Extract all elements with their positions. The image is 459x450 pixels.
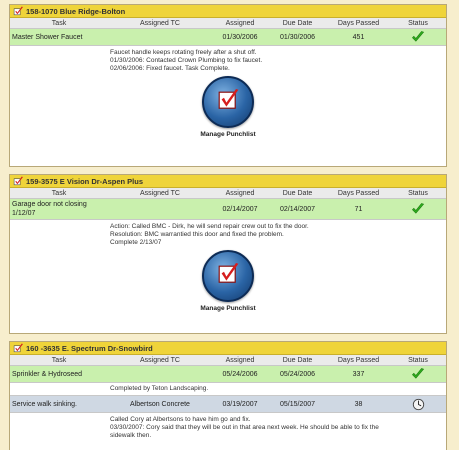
due-date: 05/24/2006 — [279, 370, 316, 378]
clock-icon — [412, 398, 425, 411]
note-line: Faucet handle keeps rotating freely afte… — [110, 49, 257, 56]
manage-punchlist: Manage Punchlist — [10, 250, 446, 312]
col-due-date: Due Date — [282, 356, 313, 364]
due-date: 01/30/2006 — [279, 33, 316, 41]
column-headers: Task Assigned TC Assigned Due Date Days … — [10, 188, 446, 199]
task-date: 1/12/07 — [12, 210, 36, 217]
col-task: Task — [51, 19, 67, 27]
note-line: sidewalk then. — [110, 432, 152, 439]
panel-title: 159-3575 E Vision Dr-Aspen Plus — [26, 176, 143, 186]
red-check-icon — [13, 6, 24, 17]
col-assigned-tc: Assigned TC — [140, 356, 180, 364]
col-due-date: Due Date — [282, 19, 313, 27]
assigned-date: 05/24/2006 — [222, 370, 258, 378]
assigned-date: 01/30/2006 — [222, 33, 258, 41]
col-status: Status — [408, 356, 428, 364]
col-task: Task — [51, 356, 67, 364]
col-task: Task — [51, 189, 67, 197]
col-days-passed: Days Passed — [337, 19, 380, 27]
panel-header: 159-3575 E Vision Dr-Aspen Plus — [10, 175, 446, 188]
punchlist-check-icon — [212, 259, 244, 293]
col-due-date: Due Date — [282, 189, 313, 197]
task-notes: Action: Called BMC - Dirk, he will send … — [10, 220, 446, 250]
col-assigned: Assigned — [225, 189, 255, 197]
table-row[interactable]: Service walk sinking. Albertson Concrete… — [10, 395, 446, 413]
col-status: Status — [408, 19, 428, 27]
check-icon — [411, 367, 425, 381]
manage-punchlist-button[interactable] — [202, 250, 254, 302]
punchlist-panel: 159-3575 E Vision Dr-Aspen Plus Task Ass… — [9, 174, 447, 334]
assigned-date: 02/14/2007 — [222, 205, 258, 213]
red-check-icon — [13, 176, 24, 187]
note-line: Action: Called BMC - Dirk, he will send … — [110, 223, 309, 230]
manage-punchlist-button[interactable] — [202, 76, 254, 128]
col-days-passed: Days Passed — [337, 189, 380, 197]
task-notes: Called Cory at Albertsons to have him go… — [10, 413, 446, 443]
col-assigned-tc: Assigned TC — [140, 189, 180, 197]
punchlist-panel: 158-1070 Blue Ridge-Bolton Task Assigned… — [9, 4, 447, 167]
check-icon — [411, 30, 425, 44]
col-assigned: Assigned — [225, 19, 255, 27]
red-check-icon — [13, 343, 24, 354]
column-headers: Task Assigned TC Assigned Due Date Days … — [10, 18, 446, 29]
note-line: Completed by Teton Landscaping. — [110, 385, 209, 392]
task-notes: Completed by Teton Landscaping. — [10, 383, 446, 395]
assigned-tc: Albertson Concrete — [130, 400, 190, 408]
col-days-passed: Days Passed — [337, 356, 380, 364]
due-date: 05/15/2007 — [279, 400, 316, 408]
col-assigned-tc: Assigned TC — [140, 19, 180, 27]
col-assigned: Assigned — [225, 356, 255, 364]
days-passed: 38 — [354, 400, 363, 408]
panel-header: 160 -3635 E. Spectrum Dr-Snowbird — [10, 342, 446, 355]
check-icon — [411, 202, 425, 216]
panel-title: 160 -3635 E. Spectrum Dr-Snowbird — [26, 343, 153, 353]
note-line: 03/30/2007: Cory said that they will be … — [110, 424, 379, 431]
punchlist-panel: 160 -3635 E. Spectrum Dr-Snowbird Task A… — [9, 341, 447, 450]
manage-punchlist-label[interactable]: Manage Punchlist — [200, 131, 255, 138]
table-row[interactable]: Sprinkler & Hydroseed 05/24/2006 05/24/2… — [10, 366, 446, 383]
punchlist-check-icon — [212, 85, 244, 119]
note-line: 02/06/2006: Fixed faucet. Task Complete. — [110, 65, 230, 72]
days-passed: 451 — [352, 33, 365, 41]
task-notes: Faucet handle keeps rotating freely afte… — [10, 46, 446, 76]
panel-title: 158-1070 Blue Ridge-Bolton — [26, 6, 126, 16]
col-status: Status — [408, 189, 428, 197]
note-line: Resolution: BMC warrantied this door and… — [110, 231, 284, 238]
due-date: 02/14/2007 — [279, 205, 316, 213]
table-row[interactable]: Master Shower Faucet 01/30/2006 01/30/20… — [10, 29, 446, 46]
task-name: Sprinkler & Hydroseed — [12, 370, 83, 378]
panel-header: 158-1070 Blue Ridge-Bolton — [10, 5, 446, 18]
task-name: Service walk sinking. — [12, 400, 77, 408]
assigned-date: 03/19/2007 — [222, 400, 258, 408]
column-headers: Task Assigned TC Assigned Due Date Days … — [10, 355, 446, 366]
note-line: Complete 2/13/07 — [110, 239, 162, 246]
days-passed: 337 — [352, 370, 365, 378]
manage-punchlist-label[interactable]: Manage Punchlist — [200, 305, 255, 312]
note-line: Called Cory at Albertsons to have him go… — [110, 416, 251, 423]
days-passed: 71 — [354, 205, 363, 213]
table-row[interactable]: Garage door not closing 1/12/07 02/14/20… — [10, 199, 446, 220]
task-name: Master Shower Faucet — [12, 33, 83, 41]
manage-punchlist: Manage Punchlist — [10, 76, 446, 138]
task-name: Garage door not closing — [12, 201, 87, 208]
note-line: 01/30/2006: Contacted Crown Plumbing to … — [110, 57, 263, 64]
